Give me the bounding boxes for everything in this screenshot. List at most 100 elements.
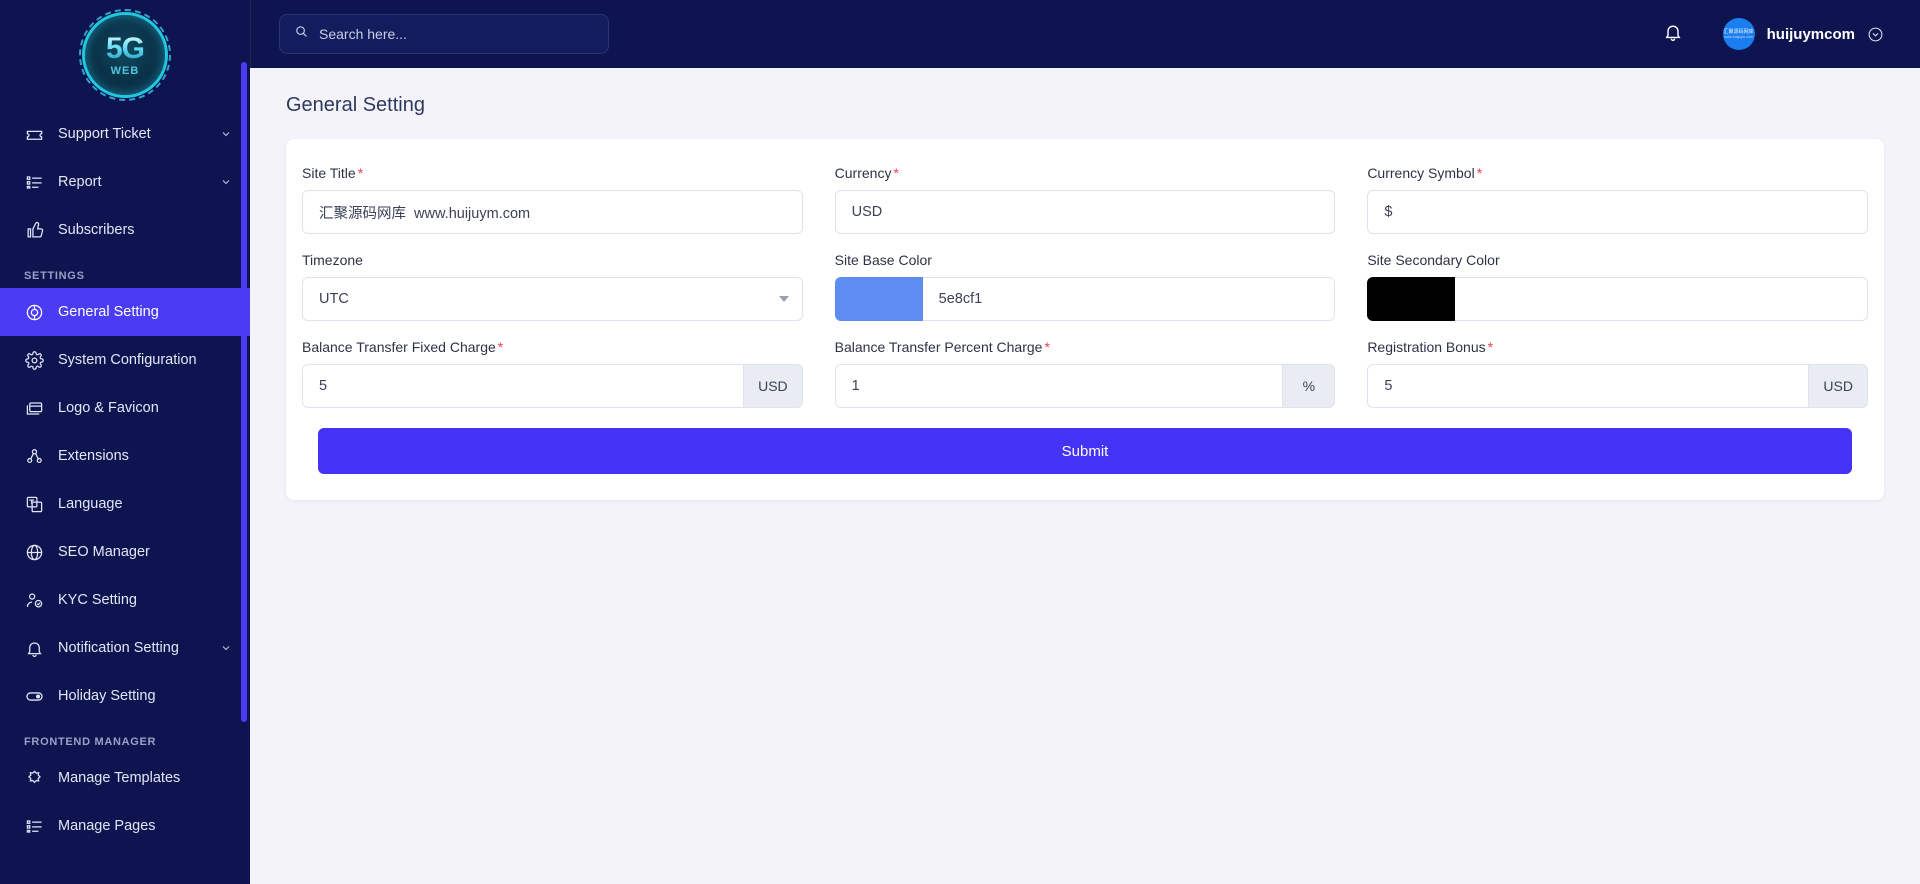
- sidebar-item-label: Language: [58, 496, 123, 512]
- label-text: Site Title: [302, 165, 356, 181]
- ticket-icon: [24, 124, 44, 144]
- sidebar-item-language[interactable]: Language: [0, 480, 250, 528]
- form-row-3: Balance Transfer Fixed Charge* USD Balan…: [286, 339, 1884, 426]
- sidebar-item-label: Logo & Favicon: [58, 400, 159, 416]
- sidebar-item-label: Manage Pages: [58, 818, 156, 834]
- topbar: Search here... 汇聚源码网库 www.huijuym.com hu…: [250, 0, 1920, 68]
- sidebar-item-label: Holiday Setting: [58, 688, 156, 704]
- currency-addon: USD: [744, 364, 803, 408]
- sidebar-item-label: General Setting: [58, 304, 159, 320]
- form-row-2: Timezone Site Base Color: [286, 252, 1884, 339]
- site-secondary-color-input[interactable]: [1455, 277, 1868, 321]
- sidebar-section-frontend-manager: FRONTEND MANAGER: [24, 736, 157, 748]
- avatar: 汇聚源码网库 www.huijuym.com: [1722, 18, 1755, 50]
- site-base-color-swatch[interactable]: [834, 277, 923, 321]
- field-timezone: Timezone: [286, 252, 819, 339]
- general-setting-card: Site Title* Currency* Currency Symbol*: [286, 139, 1884, 500]
- currency-addon: USD: [1809, 364, 1868, 408]
- site-secondary-color-label: Site Secondary Color: [1367, 252, 1868, 268]
- sidebar-item-extensions[interactable]: Extensions: [0, 432, 250, 480]
- logo-primary-text: 5G: [105, 31, 145, 65]
- app-root: 5G WEB Support Ticket Report Subscribers…: [0, 0, 1920, 884]
- bell-icon: [1663, 22, 1683, 47]
- brand-logo[interactable]: 5G WEB: [0, 0, 250, 110]
- currency-symbol-input[interactable]: [1367, 190, 1868, 234]
- field-site-base-color: Site Base Color: [819, 252, 1352, 339]
- label-text: Site Secondary Color: [1367, 252, 1500, 268]
- label-text: Balance Transfer Percent Charge: [834, 339, 1043, 355]
- sidebar-item-system-configuration[interactable]: System Configuration: [0, 336, 250, 384]
- chevron-down-icon: [220, 128, 232, 140]
- required-mark: *: [357, 165, 364, 181]
- registration-bonus-input[interactable]: [1367, 364, 1810, 408]
- registration-bonus-group: USD: [1367, 364, 1868, 408]
- sidebar-item-manage-templates[interactable]: Manage Templates: [0, 754, 250, 802]
- timezone-select[interactable]: [302, 277, 803, 321]
- sidebar-item-logo-favicon[interactable]: Logo & Favicon: [0, 384, 250, 432]
- balance-transfer-fixed-charge-input[interactable]: [302, 364, 745, 408]
- thumbs-up-icon: [24, 220, 44, 240]
- chevron-down-icon: [220, 176, 232, 188]
- sidebar-item-support-ticket[interactable]: Support Ticket: [0, 110, 250, 158]
- globe-ring-icon: [24, 302, 44, 322]
- field-currency-symbol: Currency Symbol *: [1351, 165, 1884, 252]
- main-area: Search here... 汇聚源码网库 www.huijuym.com hu…: [250, 0, 1920, 884]
- site-base-color-input[interactable]: [922, 277, 1336, 321]
- label-text: Currency Symbol: [1367, 165, 1475, 181]
- timezone-label: Timezone: [302, 252, 803, 268]
- field-registration-bonus: Registration Bonus* USD: [1351, 339, 1884, 426]
- list-pages-icon: [24, 816, 44, 836]
- sidebar-item-label: SEO Manager: [58, 544, 150, 560]
- sidebar-item-notification-setting[interactable]: Notification Setting: [0, 624, 250, 672]
- site-title-label: Site Title *: [302, 165, 803, 181]
- logo-5g-web-icon: 5G WEB: [79, 9, 171, 101]
- search-placeholder: Search here...: [319, 26, 407, 42]
- globe-icon: [24, 542, 44, 562]
- label-text: Timezone: [302, 252, 363, 268]
- profile-menu-button[interactable]: 汇聚源码网库 www.huijuym.com huijuymcom: [1722, 18, 1884, 50]
- site-title-input[interactable]: [302, 190, 803, 234]
- sidebar-item-label: KYC Setting: [58, 592, 137, 608]
- site-secondary-color-group: [1367, 277, 1868, 321]
- sidebar-item-kyc-setting[interactable]: KYC Setting: [0, 576, 250, 624]
- balance-transfer-percent-charge-label: Balance Transfer Percent Charge *: [835, 339, 1336, 355]
- avatar-line-2: www.huijuym.com: [1724, 34, 1754, 39]
- window-icon: [24, 398, 44, 418]
- sidebar-item-label: Notification Setting: [58, 640, 179, 656]
- sidebar: 5G WEB Support Ticket Report Subscribers…: [0, 0, 250, 884]
- required-mark: *: [1476, 165, 1483, 181]
- sidebar-item-subscribers[interactable]: Subscribers: [0, 206, 250, 254]
- content-area: General Setting Site Title* Currency*: [250, 68, 1920, 884]
- sidebar-item-label: Report: [58, 174, 102, 190]
- gear-icon: [24, 350, 44, 370]
- logo-secondary-text: WEB: [110, 64, 140, 77]
- sidebar-item-seo-manager[interactable]: SEO Manager: [0, 528, 250, 576]
- nodes-icon: [24, 446, 44, 466]
- label-text: Currency: [834, 165, 892, 181]
- search-input[interactable]: Search here...: [279, 14, 609, 54]
- sidebar-item-general-setting[interactable]: General Setting: [0, 288, 250, 336]
- sidebar-item-holiday-setting[interactable]: Holiday Setting: [0, 672, 250, 720]
- field-currency: Currency *: [819, 165, 1352, 252]
- balance-transfer-fixed-charge-group: USD: [302, 364, 803, 408]
- bell-icon: [24, 638, 44, 658]
- sidebar-item-label: Manage Templates: [58, 770, 181, 786]
- field-balance-transfer-percent-charge: Balance Transfer Percent Charge* %: [819, 339, 1352, 426]
- submit-button[interactable]: Submit: [318, 428, 1852, 474]
- currency-symbol-label: Currency Symbol *: [1367, 165, 1868, 181]
- site-secondary-color-swatch[interactable]: [1367, 277, 1456, 321]
- field-balance-transfer-fixed-charge: Balance Transfer Fixed Charge* USD: [286, 339, 819, 426]
- balance-transfer-percent-charge-input[interactable]: [834, 364, 1284, 408]
- required-mark: *: [893, 165, 899, 181]
- label-text: Registration Bonus: [1367, 339, 1486, 355]
- search-icon: [294, 24, 309, 44]
- sidebar-item-label: Support Ticket: [58, 126, 151, 142]
- currency-input[interactable]: [834, 190, 1336, 234]
- sidebar-item-report[interactable]: Report: [0, 158, 250, 206]
- sidebar-item-label: Subscribers: [58, 222, 135, 238]
- sidebar-item-manage-pages[interactable]: Manage Pages: [0, 802, 250, 850]
- chevron-down-icon: [220, 642, 232, 654]
- percent-addon: %: [1283, 364, 1336, 408]
- required-mark: *: [1487, 339, 1494, 355]
- notification-bell-button[interactable]: [1663, 22, 1683, 47]
